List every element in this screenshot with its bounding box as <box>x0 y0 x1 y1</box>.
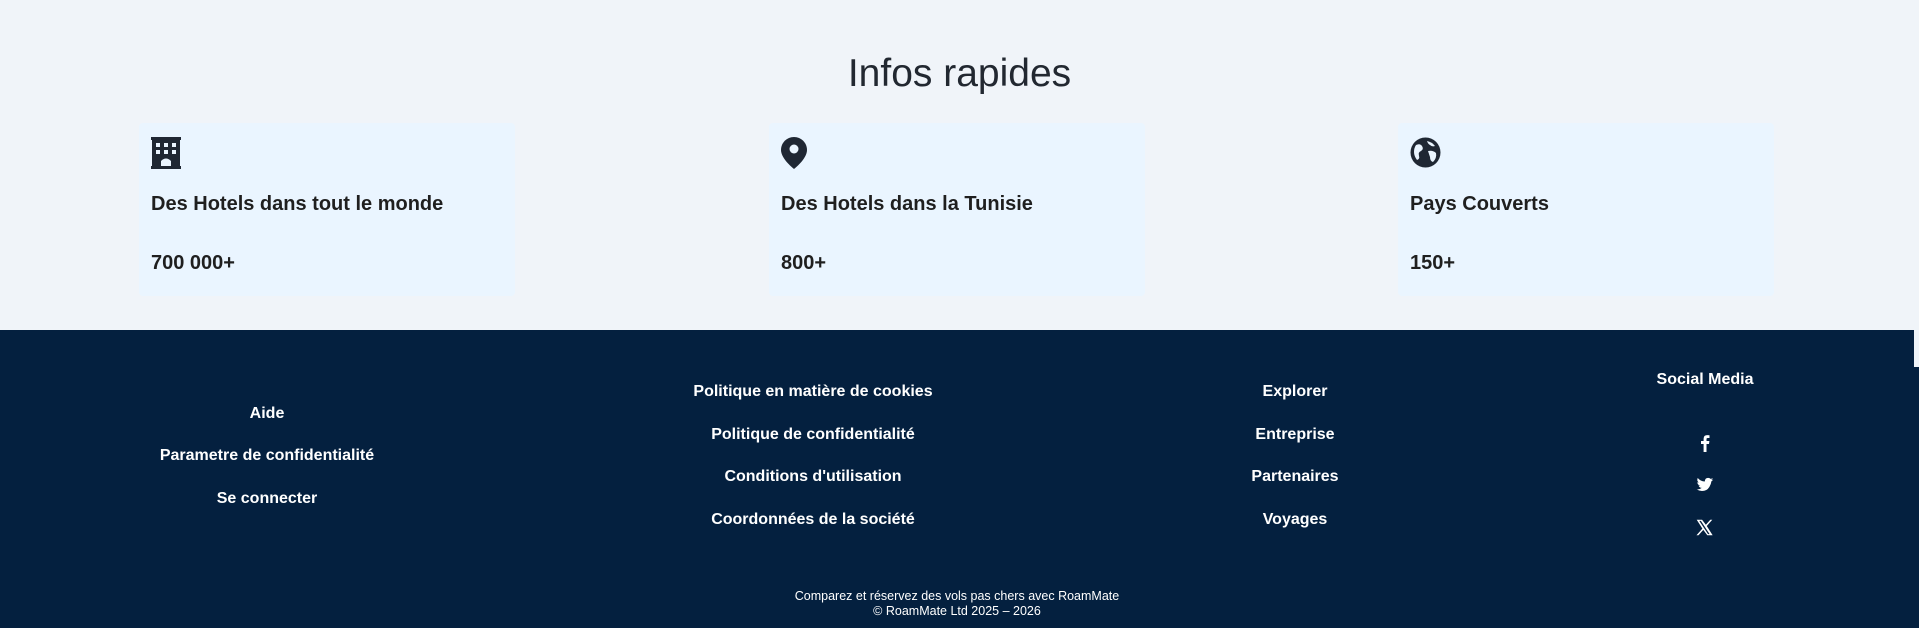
footer-link-help[interactable]: Aide <box>250 405 285 423</box>
footer-link-explore[interactable]: Explorer <box>1263 383 1328 401</box>
footer-tagline: Comparez et réservez des vols pas chers … <box>794 589 1120 603</box>
stat-value: 800+ <box>781 252 827 274</box>
twitter-icon[interactable] <box>1696 476 1714 494</box>
globe-icon <box>1410 137 1442 169</box>
social-media-heading: Social Media <box>1656 371 1754 388</box>
footer-link-travel[interactable]: Voyages <box>1263 511 1328 529</box>
facebook-icon[interactable] <box>1696 434 1714 452</box>
footer-link-privacy-settings[interactable]: Parametre de confidentialité <box>160 447 374 465</box>
stat-card-countries: Pays Couverts 150+ <box>1398 123 1774 296</box>
stat-label: Des Hotels dans la Tunisie <box>781 193 1033 215</box>
footer-edge <box>1914 367 1919 628</box>
footer-link-sign-in[interactable]: Se connecter <box>217 490 317 508</box>
section-title: Infos rapides <box>847 52 1072 95</box>
stat-label: Des Hotels dans tout le monde <box>151 193 444 215</box>
footer-link-company-details[interactable]: Coordonnées de la société <box>711 511 915 529</box>
footer-link-terms[interactable]: Conditions d'utilisation <box>724 468 901 486</box>
footer-link-partners[interactable]: Partenaires <box>1251 468 1338 486</box>
stat-value: 700 000+ <box>151 252 235 274</box>
stat-card-hotels-world: Des Hotels dans tout le monde 700 000+ <box>139 123 515 296</box>
footer-copyright: © RoamMate Ltd 2025 – 2026 <box>873 604 1041 618</box>
stat-value: 150+ <box>1410 252 1456 274</box>
footer-link-business[interactable]: Entreprise <box>1255 426 1334 444</box>
stat-label: Pays Couverts <box>1410 193 1549 215</box>
hotel-building-icon <box>151 137 183 169</box>
x-icon[interactable] <box>1696 519 1714 537</box>
map-pin-icon <box>781 137 813 169</box>
stat-card-hotels-tunisia: Des Hotels dans la Tunisie 800+ <box>769 123 1145 296</box>
footer-link-privacy-policy[interactable]: Politique de confidentialité <box>711 426 915 444</box>
quick-info-section: Infos rapides Des Hotels dans tout le mo… <box>0 0 1919 330</box>
site-footer: Aide Parametre de confidentialité Se con… <box>0 330 1914 628</box>
footer-link-cookie-policy[interactable]: Politique en matière de cookies <box>693 383 932 401</box>
